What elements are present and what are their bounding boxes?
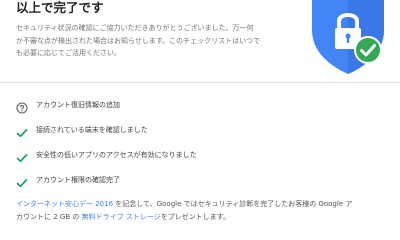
check-icon <box>16 149 28 162</box>
intro-text: セキュリティ状況の確認にご協力いただきありがとうございました。万一何 か不審な点… <box>16 22 298 60</box>
intro-line: セキュリティ状況の確認にご協力いただきありがとうございました。万一何 <box>16 24 254 32</box>
footer-line: インターネット安心デー 2016 を記念して、Google ではセキュリティ診断… <box>16 198 388 211</box>
intro-line: か不審な点が検出された場合はお知らせします。このチェックリストはいつで <box>16 36 261 45</box>
promo-footer: インターネット安心デー 2016 を記念して、Google ではセキュリティ診断… <box>16 198 388 223</box>
free-drive-storage-link[interactable]: 無料ドライブ ストレージ <box>82 213 161 221</box>
page-title: 以上で完了です <box>16 0 104 15</box>
checklist-item-connected-devices[interactable]: 接続されている端末を確認しました <box>16 117 386 142</box>
security-checklist: アカウント復旧情報の追加 接続されている端末を確認しました 安全性の低いアプリの… <box>16 92 386 192</box>
security-shield-illustration <box>308 0 388 76</box>
completion-header: 以上で完了です セキュリティ状況の確認にご協力いただきありがとうございました。万… <box>0 0 400 80</box>
checklist-item-less-secure-apps[interactable]: 安全性の低いアプリのアクセスが有効になりました <box>16 142 386 167</box>
footer-text: をプレゼントします。 <box>160 212 230 221</box>
intro-line: も必要に応じてご活用ください。 <box>16 49 121 57</box>
help-circle-icon <box>16 99 28 114</box>
check-icon <box>16 174 28 187</box>
checklist-item-label: 接続されている端末を確認しました <box>36 125 148 134</box>
shield-lock-icon <box>312 0 384 74</box>
footer-line: カウントに 2 GB の 無料ドライブ ストレージをプレゼントします。 <box>16 211 388 224</box>
check-icon <box>16 124 28 137</box>
checklist-item-recovery-info[interactable]: アカウント復旧情報の追加 <box>16 92 386 117</box>
checklist-item-account-permissions[interactable]: アカウント権限の確認完了 <box>16 167 386 192</box>
checklist-item-label: 安全性の低いアプリのアクセスが有効になりました <box>36 150 197 159</box>
section-divider <box>0 82 400 83</box>
checklist-item-label: アカウント復旧情報の追加 <box>36 100 120 109</box>
footer-text: を記念して、Google ではセキュリティ診断を完了したお客様の Google … <box>113 200 353 208</box>
checklist-item-label: アカウント権限の確認完了 <box>36 175 120 184</box>
footer-text: カウントに 2 GB の <box>16 212 82 221</box>
internet-safety-day-link[interactable]: インターネット安心デー 2016 <box>16 200 113 208</box>
